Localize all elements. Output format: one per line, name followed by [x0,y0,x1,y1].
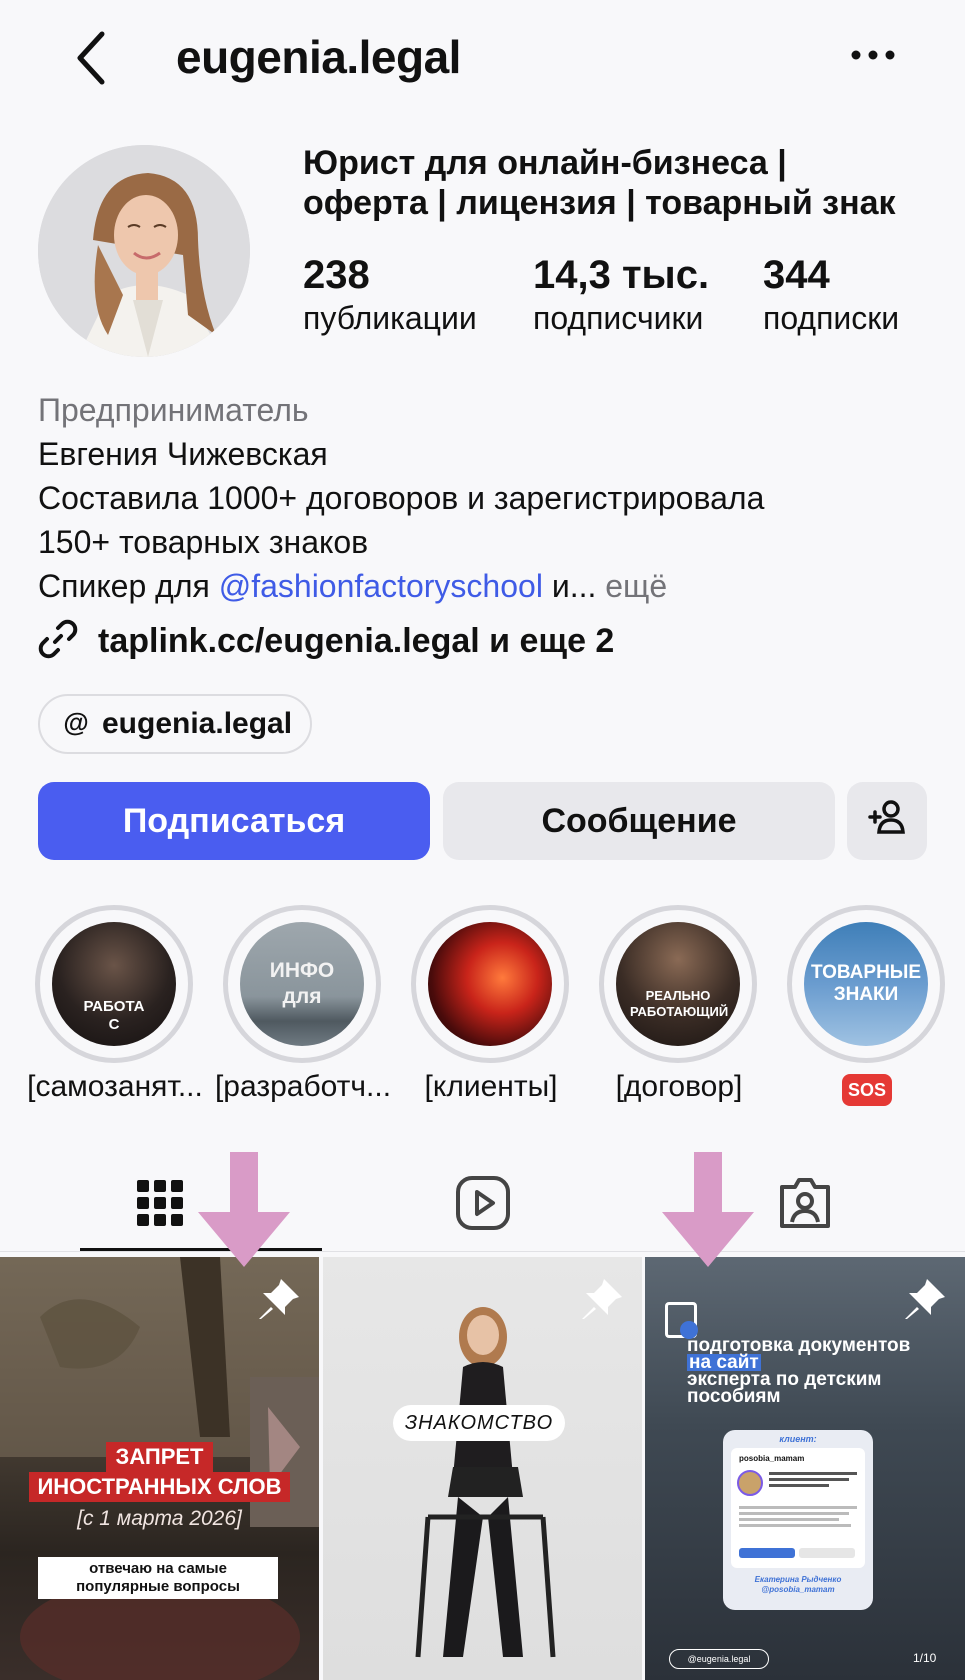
more-options-icon[interactable] [848,40,898,70]
threads-icon: @ [62,707,90,741]
top-bar: eugenia.legal [0,0,965,120]
highlight-ring: РЕАЛЬНО РАБОТАЮЩИЙ [599,905,757,1063]
stat-following-label: подписки [763,300,900,336]
pinned-icon [578,1275,626,1323]
threads-username: eugenia.legal [102,707,293,740]
stat-following[interactable]: 344 подписки [763,252,899,338]
highlight-cover: РЕАЛЬНО РАБОТАЮЩИЙ [616,922,740,1046]
pink-down-arrow-icon [194,1152,294,1267]
add-person-icon [866,796,908,847]
highlight-cover: ИНФО для [240,922,364,1046]
client-avatar [737,1470,763,1496]
bio-speaker-prefix: Спикер для [38,568,219,604]
grid-icon [137,1179,183,1231]
highlight-cover-text: ИНФО для [269,959,335,1008]
stat-followers-count: 14,3 тыс. [533,253,710,297]
stat-followers-label: подписчики [533,300,704,336]
highlight-cover [428,922,552,1046]
post-label: ЗНАКОМСТВО [393,1405,565,1441]
profile-username: eugenia.legal [176,31,461,83]
sos-emoji-badge: SOS [747,1070,965,1106]
client-profile-screenshot: posobia_mamam [731,1448,865,1568]
highlight-ring: ИНФО для [223,905,381,1063]
pink-down-arrow-icon [658,1152,758,1267]
post-thumbnail[interactable]: ЗНАКОМСТВО [323,1257,642,1680]
story-highlight[interactable]: ИНФО для [разработч... [193,905,393,1105]
profile-stats: 238 публикации 14,3 тыс. подписчики 344 … [303,252,953,342]
sos-icon: SOS [841,1074,892,1106]
profile-bio: Предприниматель Евгения Чижевская Состав… [38,388,938,608]
highlight-cover-text: РЕАЛЬНО РАБОТАЮЩИЙ [630,988,729,1019]
tab-reels[interactable] [443,1165,523,1245]
highlight-cover-text: ТОВАРНЫЕ ЗНАКИ [811,962,922,1005]
highlight-ring [411,905,569,1063]
tab-posts-grid[interactable] [120,1165,200,1245]
post-title: ЗАПРЕТ [105,1442,214,1472]
stat-following-count: 344 [763,253,830,297]
bio-speaker-suffix: и... [542,568,597,604]
highlight-cover: РАБОТА С [52,922,176,1046]
profile-category: Предприниматель [38,392,309,428]
highlight-cover: ТОВАРНЫЕ ЗНАКИ [804,922,928,1046]
pinned-icon [255,1275,303,1323]
tagged-person-icon [777,1175,833,1236]
story-highlight[interactable]: ТОВАРНЫЕ ЗНАКИ SOS [757,905,957,1106]
bio-more-link[interactable]: ещё [596,568,667,604]
stat-posts[interactable]: 238 публикации [303,252,477,338]
post-watermark: @eugenia.legal [669,1649,769,1669]
external-link[interactable]: taplink.cc/eugenia.legal и еще 2 [38,617,614,665]
highlight-ring: ТОВАРНЫЕ ЗНАКИ [787,905,945,1063]
post-title-block: ЗАПРЕТ ИНОСТРАННЫХ СЛОВ [0,1442,319,1502]
profile-headline: Юрист для онлайн-бизнеса | оферта | лице… [303,143,943,223]
client-name: Екатерина Рыдченко [754,1575,842,1584]
stat-posts-count: 238 [303,253,370,297]
highlight-ring: РАБОТА С [35,905,193,1063]
reels-icon [455,1175,511,1236]
stat-posts-label: публикации [303,300,477,336]
highlight-cover-text: РАБОТА С [83,998,145,1033]
bio-speaker-line: Спикер для @fashionfactoryschool и... ещ… [38,564,938,608]
client-caption: Екатерина Рыдченко @posobia_mamam [723,1575,873,1595]
bio-mention-link[interactable]: @fashionfactoryschool [219,568,543,604]
tab-divider [0,1251,965,1252]
client-profile-card: клиент: posobia_mamam Екатерина Рыдченко… [723,1430,873,1610]
client-handle: posobia_mamam [739,1454,805,1463]
post-text-block: подготовка документов на сайт эксперта п… [687,1336,957,1407]
bio-line: Составила 1000+ договоров и зарегистриро… [38,480,765,516]
profile-tabs [0,1150,965,1255]
client-tag: @posobia_mamam [761,1585,835,1594]
post-date: [с 1 марта 2026] [77,1507,242,1530]
threads-badge[interactable]: @ eugenia.legal [38,694,312,754]
post-title: ИНОСТРАННЫХ СЛОВ [29,1472,290,1502]
profile-fullname: Евгения Чижевская [38,436,328,472]
post-thumbnail[interactable]: подготовка документов на сайт эксперта п… [645,1257,965,1680]
external-link-text: taplink.cc/eugenia.legal и еще 2 [98,621,615,660]
pinned-icon [901,1275,949,1323]
back-arrow-icon[interactable] [70,28,114,88]
link-icon [38,619,78,664]
document-check-icon [665,1302,698,1339]
bio-line: 150+ товарных знаков [38,524,369,560]
message-button[interactable]: Сообщение [443,782,835,860]
stat-followers[interactable]: 14,3 тыс. подписчики [533,252,709,338]
carousel-counter: 1/10 [913,1651,937,1665]
headline-line: оферта | лицензия | товарный знак [303,184,896,222]
tab-tagged[interactable] [765,1165,845,1245]
follow-button[interactable]: Подписаться [38,782,430,860]
post-text-line: пособиям [687,1386,781,1407]
suggested-users-button[interactable] [847,782,927,860]
profile-avatar[interactable] [38,145,250,357]
story-highlight[interactable]: [клиенты] [381,905,581,1105]
client-label: клиент: [779,1434,817,1444]
story-highlight[interactable]: РЕАЛЬНО РАБОТАЮЩИЙ [договор] [569,905,769,1105]
story-highlight[interactable]: РАБОТА С [самозанят... [5,905,205,1105]
headline-line: Юрист для онлайн-бизнеса | [303,144,787,182]
post-caption: отвечаю на самые популярные вопросы [38,1557,278,1599]
svg-text:@: @ [63,708,88,736]
post-thumbnail[interactable]: ЗАПРЕТ ИНОСТРАННЫХ СЛОВ [с 1 марта 2026]… [0,1257,319,1680]
